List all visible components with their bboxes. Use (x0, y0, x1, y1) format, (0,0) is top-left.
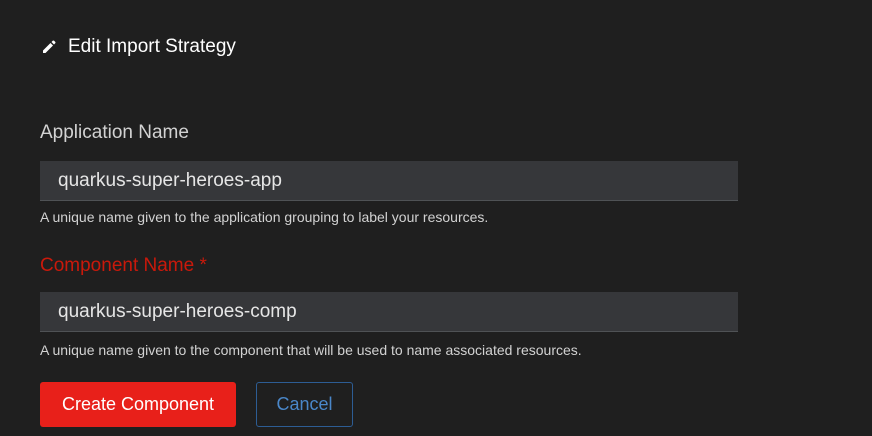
page-header: Edit Import Strategy (40, 36, 236, 58)
application-name-label: Application Name (40, 122, 189, 143)
component-name-input[interactable] (40, 292, 738, 332)
pencil-icon (40, 38, 58, 56)
application-name-input[interactable] (40, 161, 738, 201)
cancel-button[interactable]: Cancel (256, 382, 353, 427)
component-name-label-text: Component Name (40, 255, 195, 276)
create-component-button[interactable]: Create Component (40, 382, 236, 427)
required-asterisk: * (199, 255, 207, 276)
application-name-help: A unique name given to the application g… (40, 209, 489, 225)
component-name-label: Component Name * (40, 255, 207, 277)
component-name-help: A unique name given to the component tha… (40, 342, 582, 358)
page-title: Edit Import Strategy (68, 36, 236, 57)
